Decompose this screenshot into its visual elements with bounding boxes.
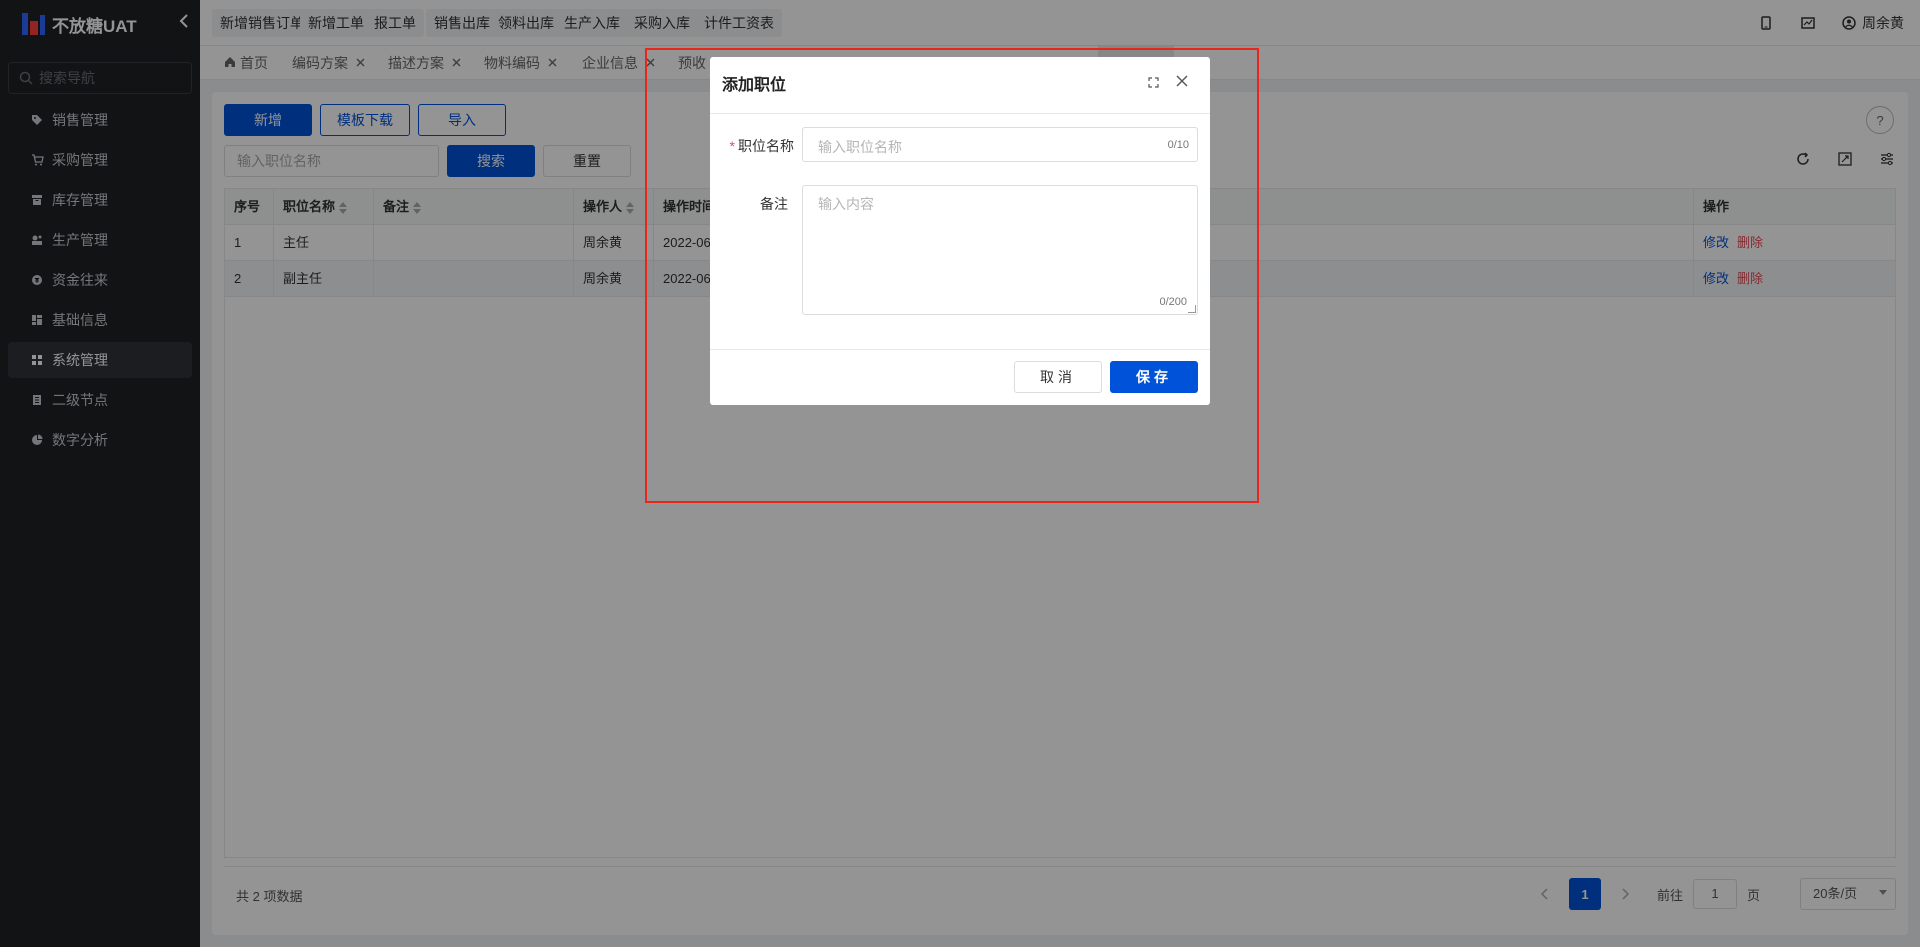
highlight-box [645, 48, 1259, 503]
